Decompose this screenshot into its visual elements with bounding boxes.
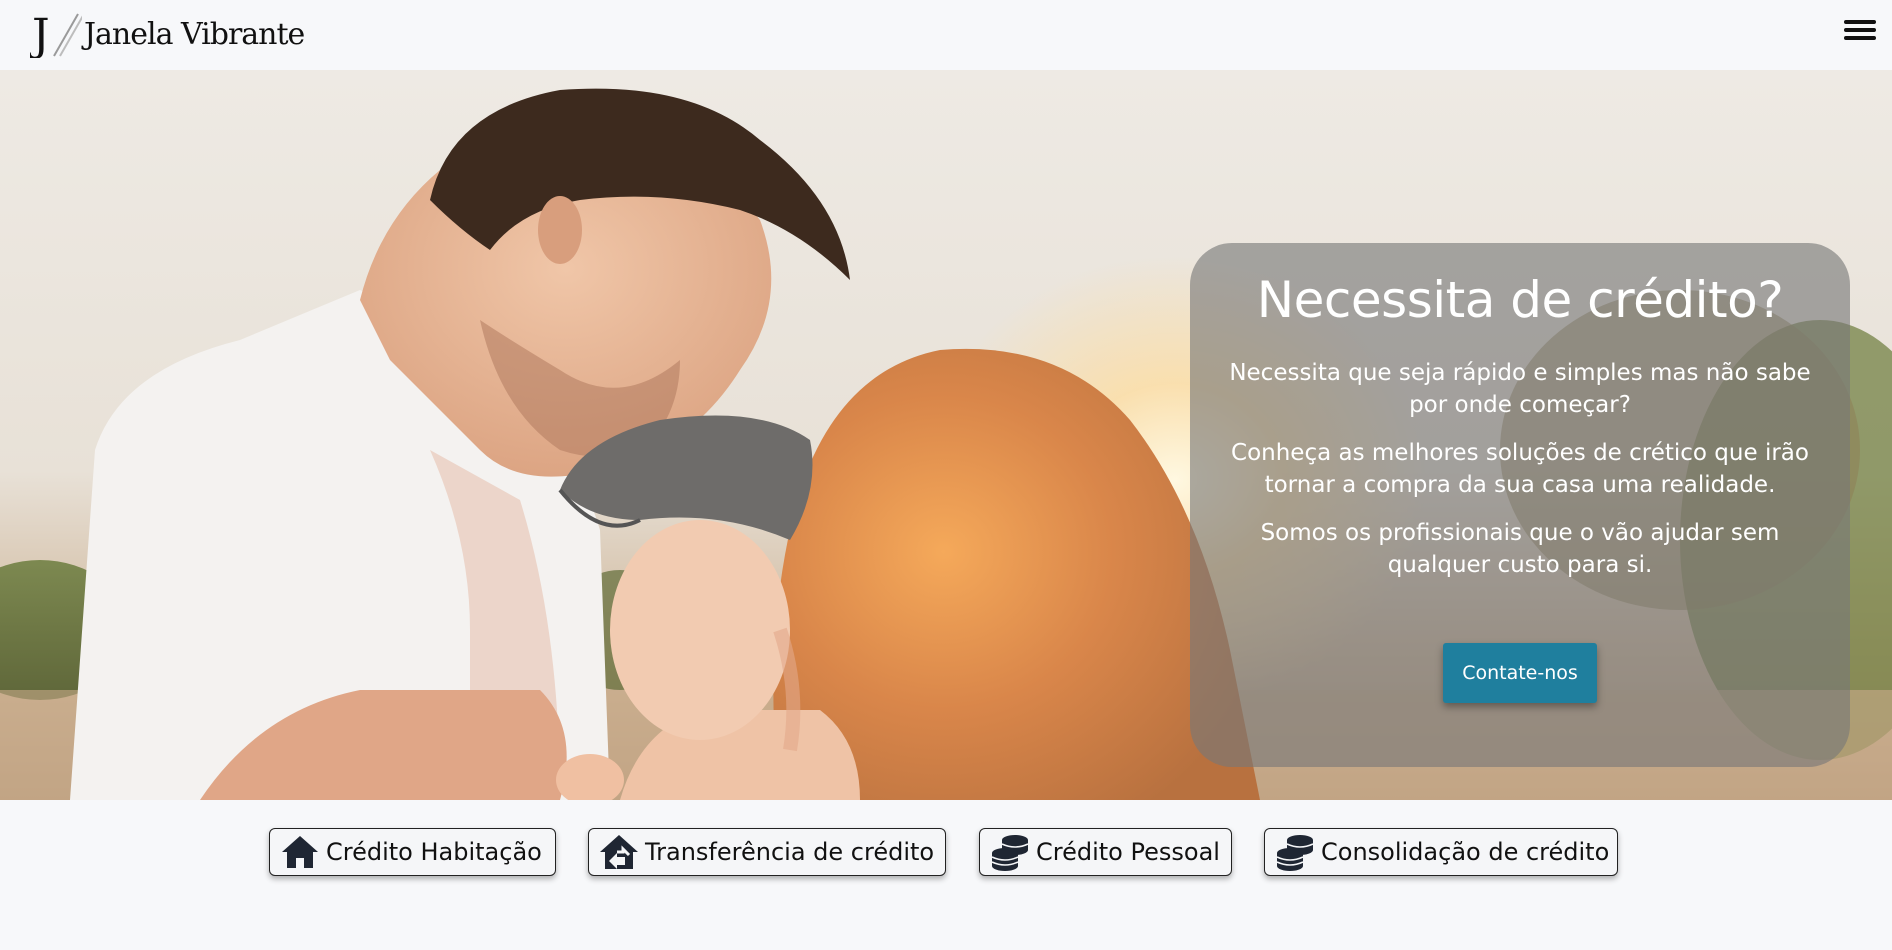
hero-paragraph-3: Somos os profissionais que o vão ajudar … <box>1260 520 1780 578</box>
coins-icon <box>990 832 1030 872</box>
brand-logo-icon: J <box>28 10 85 61</box>
service-credito-habitacao-button[interactable]: Crédito Habitação <box>269 828 556 876</box>
hero-paragraph-1: Necessita que seja rápido e simples mas … <box>1229 360 1811 418</box>
service-label: Consolidação de crédito <box>1321 838 1610 866</box>
service-credito-pessoal-button[interactable]: Crédito Pessoal <box>979 828 1232 876</box>
hero-banner: Necessita de crédito? Necessita que seja… <box>0 70 1892 800</box>
hero-info-card: Necessita de crédito? Necessita que seja… <box>1190 243 1850 767</box>
coins-icon <box>1275 832 1315 872</box>
service-transferencia-credito-button[interactable]: Transferência de crédito <box>588 828 946 876</box>
service-label: Transferência de crédito <box>645 838 935 866</box>
service-consolidacao-credito-button[interactable]: Consolidação de crédito <box>1264 828 1618 876</box>
hamburger-menu-icon[interactable] <box>1844 20 1876 48</box>
brand-name: Janela Vibrante <box>84 16 305 52</box>
brand-link[interactable]: J Janela Vibrante <box>28 10 305 61</box>
service-label: Crédito Habitação <box>326 838 542 866</box>
navbar: J Janela Vibrante <box>0 0 1892 70</box>
hero-title: Necessita de crédito? <box>1256 271 1784 329</box>
house-transfer-icon <box>599 832 639 872</box>
svg-text:J: J <box>30 10 50 58</box>
service-label: Crédito Pessoal <box>1036 838 1220 866</box>
hero-paragraph-2: Conheça as melhores soluções de crético … <box>1231 440 1809 498</box>
services-bar: Crédito Habitação Transferência de crédi… <box>0 828 1892 880</box>
house-icon <box>280 832 320 872</box>
contact-button[interactable]: Contate-nos <box>1443 643 1597 703</box>
